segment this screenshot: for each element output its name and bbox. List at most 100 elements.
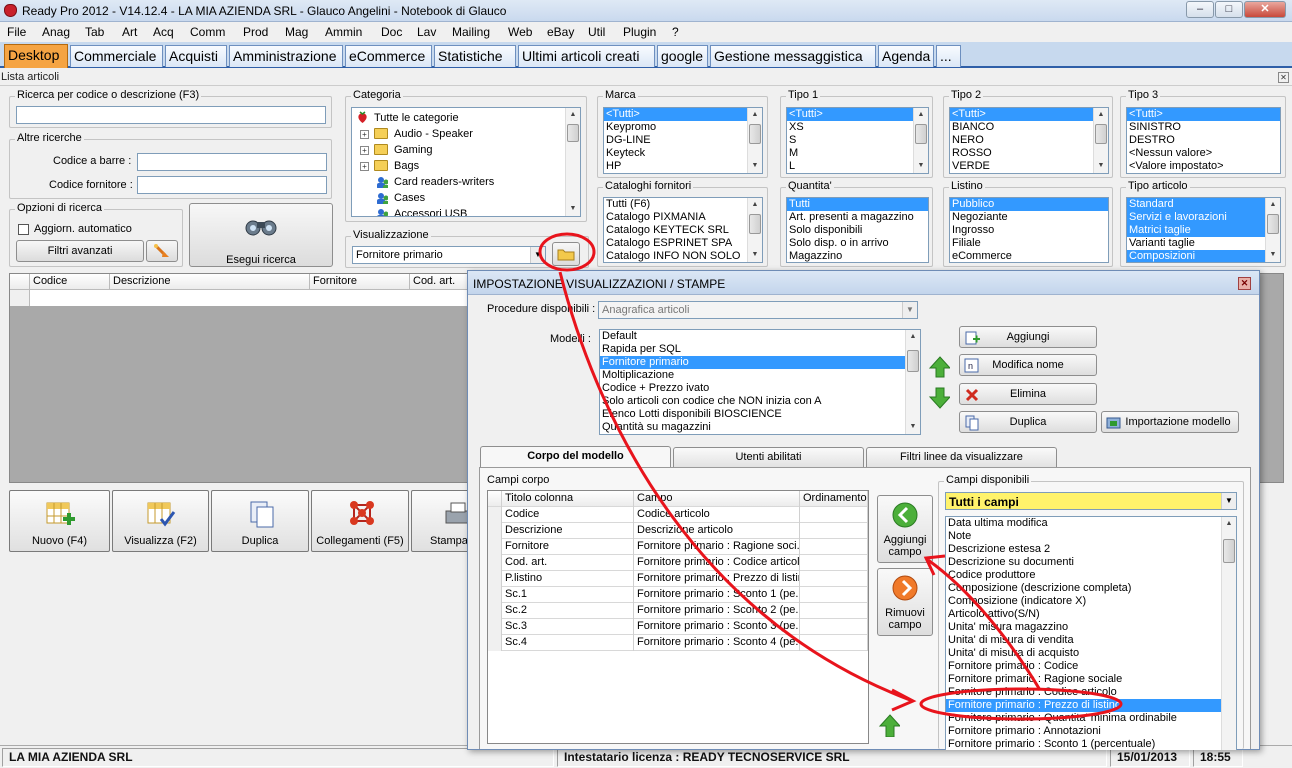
type3-list[interactable]: <Tutti> SINISTRO DESTRO <Nessun valore> …: [1126, 107, 1281, 174]
tab-amministrazione[interactable]: Amministrazione: [229, 45, 343, 67]
expand-icon[interactable]: +: [360, 146, 369, 155]
table-cell[interactable]: Fornitore: [502, 539, 634, 555]
list-item[interactable]: Composizioni: [1127, 250, 1280, 262]
list-item[interactable]: XS: [787, 121, 928, 134]
category-cases[interactable]: Cases: [394, 192, 425, 204]
brand-list[interactable]: <Tutti> Keypromo DG-LINE Keyteck HP ▲ ▼: [603, 107, 763, 174]
catalogs-scrollbar[interactable]: ▲ ▼: [747, 198, 762, 262]
menu-util[interactable]: Util: [588, 25, 605, 39]
table-cell[interactable]: Descrizione: [502, 523, 634, 539]
list-item[interactable]: <Tutti>: [787, 108, 928, 121]
table-cell[interactable]: Fornitore primario : Prezzo di listino: [634, 571, 800, 587]
new-button[interactable]: Nuovo (F4): [9, 490, 110, 552]
column-header-code[interactable]: Codice: [30, 274, 110, 290]
list-item[interactable]: Fornitore primario : Quantita' minima or…: [946, 712, 1236, 725]
duplicate-model-button[interactable]: Duplica: [959, 411, 1097, 433]
list-item[interactable]: Filiale: [950, 237, 1108, 250]
table-cell[interactable]: [800, 571, 868, 587]
list-item[interactable]: Unita' di misura di acquisto: [946, 647, 1236, 660]
delete-model-button[interactable]: Elimina: [959, 383, 1097, 405]
list-item[interactable]: Unita' di misura di vendita: [946, 634, 1236, 647]
menu-mag[interactable]: Mag: [285, 25, 308, 39]
available-fields-filter[interactable]: Tutti i campi ▼: [945, 492, 1237, 510]
import-model-button[interactable]: Importazione modello: [1101, 411, 1239, 433]
category-all[interactable]: Tutte le categorie: [374, 112, 459, 124]
type1-scrollbar[interactable]: ▲ ▼: [913, 108, 928, 173]
dialog-close-icon[interactable]: ✕: [1238, 277, 1251, 290]
column-header-sort[interactable]: Ordinamento: [800, 491, 868, 507]
menu-acq[interactable]: Acq: [153, 25, 174, 39]
list-item[interactable]: Tutti (F6): [604, 198, 762, 211]
scroll-down-icon[interactable]: ▼: [567, 203, 579, 215]
column-header-supplier[interactable]: Fornitore: [310, 274, 410, 290]
list-item[interactable]: Solo articoli con codice che NON inizia …: [600, 395, 920, 408]
list-item[interactable]: Quantità su magazzini: [600, 421, 920, 434]
menu-file[interactable]: File: [7, 25, 26, 39]
list-item[interactable]: ROSSO: [950, 147, 1108, 160]
category-audio-speaker[interactable]: Audio - Speaker: [394, 128, 473, 140]
list-item[interactable]: Art. presenti a magazzino: [787, 211, 928, 224]
table-row[interactable]: Sc.3 Fornitore primario : Sconto 3 (pe...: [488, 619, 868, 635]
table-cell[interactable]: Codice: [502, 507, 634, 523]
column-header-title[interactable]: Titolo colonna: [502, 491, 634, 507]
table-row[interactable]: Sc.4 Fornitore primario : Sconto 4 (pe...: [488, 635, 868, 651]
table-cell[interactable]: Sc.2: [502, 603, 634, 619]
table-row[interactable]: Fornitore Fornitore primario : Ragione so…: [488, 539, 868, 555]
list-item[interactable]: Unita' misura magazzino: [946, 621, 1236, 634]
tab-model-body[interactable]: Corpo del modello: [480, 446, 671, 468]
list-item[interactable]: Catalogo INFO NON SOLO: [604, 250, 762, 262]
close-list-icon[interactable]: ✕: [1278, 72, 1289, 83]
list-item[interactable]: Descrizione su documenti: [946, 556, 1236, 569]
table-cell[interactable]: [800, 539, 868, 555]
list-item[interactable]: S: [787, 134, 928, 147]
list-item[interactable]: DESTRO: [1127, 134, 1280, 147]
table-row[interactable]: Sc.1 Fornitore primario : Sconto 1 (pe...: [488, 587, 868, 603]
close-button[interactable]: ✕: [1244, 1, 1286, 18]
category-usb-accessories[interactable]: Accessori USB: [394, 208, 467, 216]
list-item[interactable]: Moltiplicazione: [600, 369, 920, 382]
tab-enabled-users[interactable]: Utenti abilitati: [673, 447, 864, 467]
list-item[interactable]: BIANCO: [950, 121, 1108, 134]
list-item[interactable]: VERDE: [950, 160, 1108, 173]
menu-mailing[interactable]: Mailing: [452, 25, 490, 39]
article-type-list[interactable]: Standard Servizi e lavorazioni Matrici t…: [1126, 197, 1281, 263]
list-item[interactable]: HP: [604, 160, 762, 173]
table-cell[interactable]: Codice articolo: [634, 507, 800, 523]
table-row[interactable]: Descrizione Descrizione articolo: [488, 523, 868, 539]
table-cell[interactable]: Sc.1: [502, 587, 634, 603]
print-button[interactable]: Stampa: [411, 490, 471, 552]
article-type-scrollbar[interactable]: ▲ ▼: [1265, 198, 1280, 262]
brand-scrollbar[interactable]: ▲ ▼: [747, 108, 762, 173]
menu-art[interactable]: Art: [122, 25, 137, 39]
list-item[interactable]: Varianti taglie: [1127, 237, 1280, 250]
list-item[interactable]: Fornitore primario : Codice: [946, 660, 1236, 673]
scroll-up-icon[interactable]: ▲: [567, 109, 579, 121]
list-item[interactable]: eCommerce: [950, 250, 1108, 262]
list-item[interactable]: Solo disp. o in arrivo: [787, 237, 928, 250]
list-item[interactable]: Matrici taglie: [1127, 224, 1280, 237]
procedures-combo[interactable]: Anagrafica articoli ▼: [598, 301, 918, 319]
view-button[interactable]: Visualizza (F2): [112, 490, 209, 552]
menu-tab[interactable]: Tab: [85, 25, 104, 39]
list-item[interactable]: Fornitore primario : Annotazioni: [946, 725, 1236, 738]
table-cell[interactable]: [800, 555, 868, 571]
available-scrollbar[interactable]: ▲: [1221, 517, 1236, 750]
list-item[interactable]: Fornitore primario : Ragione sociale: [946, 673, 1236, 686]
tab-desktop[interactable]: Desktop: [4, 44, 68, 68]
body-fields-grid[interactable]: Titolo colonna Campo Ordinamento Codice C…: [487, 490, 869, 744]
table-cell[interactable]: [800, 507, 868, 523]
table-cell[interactable]: Cod. art.: [502, 555, 634, 571]
category-scrollbar[interactable]: ▲ ▼: [565, 108, 580, 216]
category-card-readers[interactable]: Card readers-writers: [394, 176, 494, 188]
list-item[interactable]: DG-LINE: [604, 134, 762, 147]
menu-ebay[interactable]: eBay: [547, 25, 574, 39]
list-item[interactable]: Default: [600, 330, 920, 343]
list-item[interactable]: Elenco Lotti disponibili BIOSCIENCE: [600, 408, 920, 421]
models-list[interactable]: Default Rapida per SQL Fornitore primari…: [599, 329, 921, 435]
tab-more[interactable]: ...: [936, 45, 961, 67]
list-item[interactable]: Articolo attivo(S/N): [946, 608, 1236, 621]
links-button[interactable]: Collegamenti (F5): [311, 490, 409, 552]
rename-model-button[interactable]: n Modifica nome: [959, 354, 1097, 376]
table-row[interactable]: P.listino Fornitore primario : Prezzo di …: [488, 571, 868, 587]
add-model-button[interactable]: Aggiungi: [959, 326, 1097, 348]
